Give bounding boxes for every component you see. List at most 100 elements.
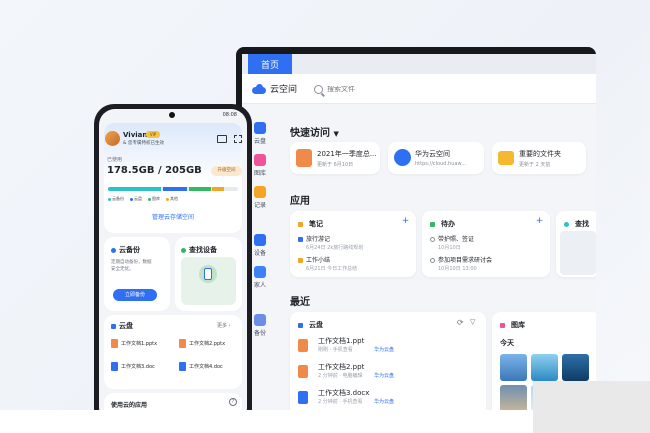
- quick-access-title[interactable]: 快速访问 ▼: [290, 124, 339, 139]
- quick-access-item[interactable]: 重要的文件夹 更新于 2 天前: [492, 142, 586, 174]
- file-source[interactable]: 华为云盘: [374, 398, 394, 405]
- laptop-frame: 首页 云空间 云盘 图库 记录: [236, 47, 596, 427]
- find-card[interactable]: 查找: [556, 211, 596, 277]
- note-icon: [298, 258, 303, 263]
- photo-thumbnail[interactable]: [531, 354, 558, 381]
- help-icon[interactable]: ?: [229, 398, 237, 406]
- refresh-icon[interactable]: ⟳: [457, 318, 464, 327]
- device-icon: [254, 234, 266, 246]
- cloud-backup-desc-line: 定期自动备份，数据: [111, 260, 152, 265]
- doc-name: 工作文档4.doc: [189, 364, 223, 370]
- todo-label: 带护照、签证: [438, 236, 475, 243]
- note-item[interactable]: 工作小结 6月21日 今日工作总结: [298, 255, 357, 272]
- notes-card[interactable]: 笔记 + 旅行游记 6月24日 2k旅行路线规划 工作小结 6月21日 今日工作总结: [290, 211, 416, 277]
- phone-doc-item[interactable]: 工作文档3.doc: [111, 362, 155, 371]
- find-title: 查找: [575, 220, 589, 228]
- todo-sub: 10月10日: [438, 245, 461, 251]
- phone-doc-item[interactable]: 工作文档2.pptx: [179, 339, 225, 348]
- apps-using-cloud-title: 使用云的应用: [111, 402, 148, 409]
- location-icon: [181, 247, 186, 253]
- todo-header: 待办: [430, 219, 455, 229]
- search-bar[interactable]: [314, 80, 574, 98]
- file-name: 工作文档3.docx: [318, 389, 370, 397]
- quick-access-label: 快速访问: [290, 128, 330, 139]
- todo-card[interactable]: 待办 + 带护照、签证 10月10日 参加项目需求研讨会 10月10日 13:00: [422, 211, 550, 277]
- main-content: 快速访问 ▼ 2021年一季度总... 更新于 6月10日 华为云空间 http…: [288, 104, 596, 427]
- phone-doc-item[interactable]: 工作文档1.pptx: [111, 339, 157, 348]
- sidebar-item-label: 家人: [253, 282, 266, 289]
- search-input[interactable]: [327, 85, 527, 93]
- storage-usage-value: 178.5GB / 205GB: [107, 165, 202, 176]
- recent-file-row[interactable]: 工作文档3.docx 2 分钟前 · 手机查看 华为云盘: [298, 388, 478, 410]
- gallery-header: 图库: [500, 320, 525, 330]
- cloud-backup-desc-line: 安全无忧。: [111, 267, 134, 272]
- doc-name: 工作文档3.doc: [121, 364, 155, 370]
- todo-item[interactable]: 参加项目需求研讨会 10月10日 13:00: [430, 255, 492, 272]
- backup-icon: [111, 247, 116, 253]
- legend-label: 云备份: [112, 196, 124, 201]
- manage-storage-link[interactable]: 管理云存储空间: [99, 212, 247, 221]
- doc-file-icon: [298, 391, 308, 404]
- ppt-file-icon: [298, 365, 308, 378]
- cloud-backup-label: 云备份: [119, 246, 140, 254]
- sidebar-item-label: 图库: [253, 170, 266, 177]
- storage-legend-item: 其他: [166, 196, 178, 202]
- scan-icon[interactable]: [234, 135, 242, 143]
- doc-file-icon: [179, 362, 186, 371]
- phone-device-icon: [204, 268, 212, 280]
- todo-title: 待办: [441, 220, 455, 228]
- file-source[interactable]: 华为云盘: [374, 372, 394, 379]
- upgrade-button[interactable]: 升级空间: [211, 166, 242, 176]
- status-time: 08:08: [222, 112, 237, 118]
- avatar[interactable]: [105, 131, 120, 146]
- brand-name: 云空间: [270, 85, 298, 95]
- recent-cloud-header: 云盘: [298, 320, 323, 330]
- storage-legend: 云备份 云盘 图库 其他: [108, 196, 178, 202]
- gallery-today-label: 今天: [500, 339, 514, 347]
- find-device-icon: [564, 221, 569, 227]
- gallery-icon: [254, 154, 266, 166]
- globe-icon: [394, 149, 411, 166]
- quick-access-item[interactable]: 2021年一季度总... 更新于 6月10日: [290, 142, 380, 174]
- camera-hole: [169, 112, 175, 118]
- brand[interactable]: 云空间: [252, 82, 297, 95]
- legend-dot: [108, 197, 111, 201]
- mail-icon[interactable]: [217, 135, 227, 143]
- todo-item[interactable]: 带护照、签证 10月10日: [430, 234, 474, 251]
- find-header: 查找: [564, 219, 589, 229]
- apps-title: 应用: [290, 196, 310, 207]
- backup-now-button[interactable]: 立即备份: [113, 289, 157, 301]
- quick-access-item-title: 2021年一季度总...: [317, 150, 377, 158]
- checkbox-icon[interactable]: [430, 258, 435, 263]
- recent-file-row[interactable]: 工作文档1.ppt 刚刚 · 手机查看 华为云盘: [298, 336, 478, 358]
- add-note-icon[interactable]: +: [401, 217, 410, 226]
- add-todo-icon[interactable]: +: [535, 217, 544, 226]
- phone-doc-item[interactable]: 工作文档4.doc: [179, 362, 223, 371]
- legend-label: 图库: [152, 196, 160, 201]
- recent-file-row[interactable]: 工作文档2.ppt 2 分钟前 · 电脑编辑 华为云盘: [298, 362, 478, 384]
- cloud-disk-icon: [111, 323, 116, 329]
- storage-segment: [188, 187, 211, 191]
- filter-icon[interactable]: ▽: [470, 318, 475, 326]
- checkbox-icon[interactable]: [430, 237, 435, 242]
- find-device-label: 查找设备: [189, 246, 217, 254]
- legend-dot: [130, 197, 133, 201]
- note-item[interactable]: 旅行游记 6月24日 2k旅行路线规划: [298, 234, 363, 251]
- todo-sub: 10月10日 13:00: [438, 266, 477, 272]
- backup-icon: [254, 314, 266, 326]
- doc-name: 工作文档2.pptx: [189, 341, 226, 347]
- photo-thumbnail[interactable]: [562, 354, 589, 381]
- gallery-title: 图库: [511, 321, 525, 329]
- more-link[interactable]: 更多 ›: [217, 322, 231, 329]
- storage-segment: [108, 187, 162, 191]
- quick-access-item[interactable]: 华为云空间 https://cloud.huaw...: [388, 142, 484, 174]
- sidebar-item-label: 备份: [253, 330, 266, 337]
- file-meta: 2 分钟前 · 手机查看: [318, 399, 363, 405]
- notes-header: 笔记: [298, 219, 323, 229]
- gallery-icon: [500, 322, 505, 328]
- photo-thumbnail[interactable]: [500, 354, 527, 381]
- photo-thumbnail[interactable]: [500, 385, 527, 412]
- file-name: 工作文档2.ppt: [318, 363, 365, 371]
- tab-home[interactable]: 首页: [248, 54, 292, 74]
- file-source[interactable]: 华为云盘: [374, 346, 394, 353]
